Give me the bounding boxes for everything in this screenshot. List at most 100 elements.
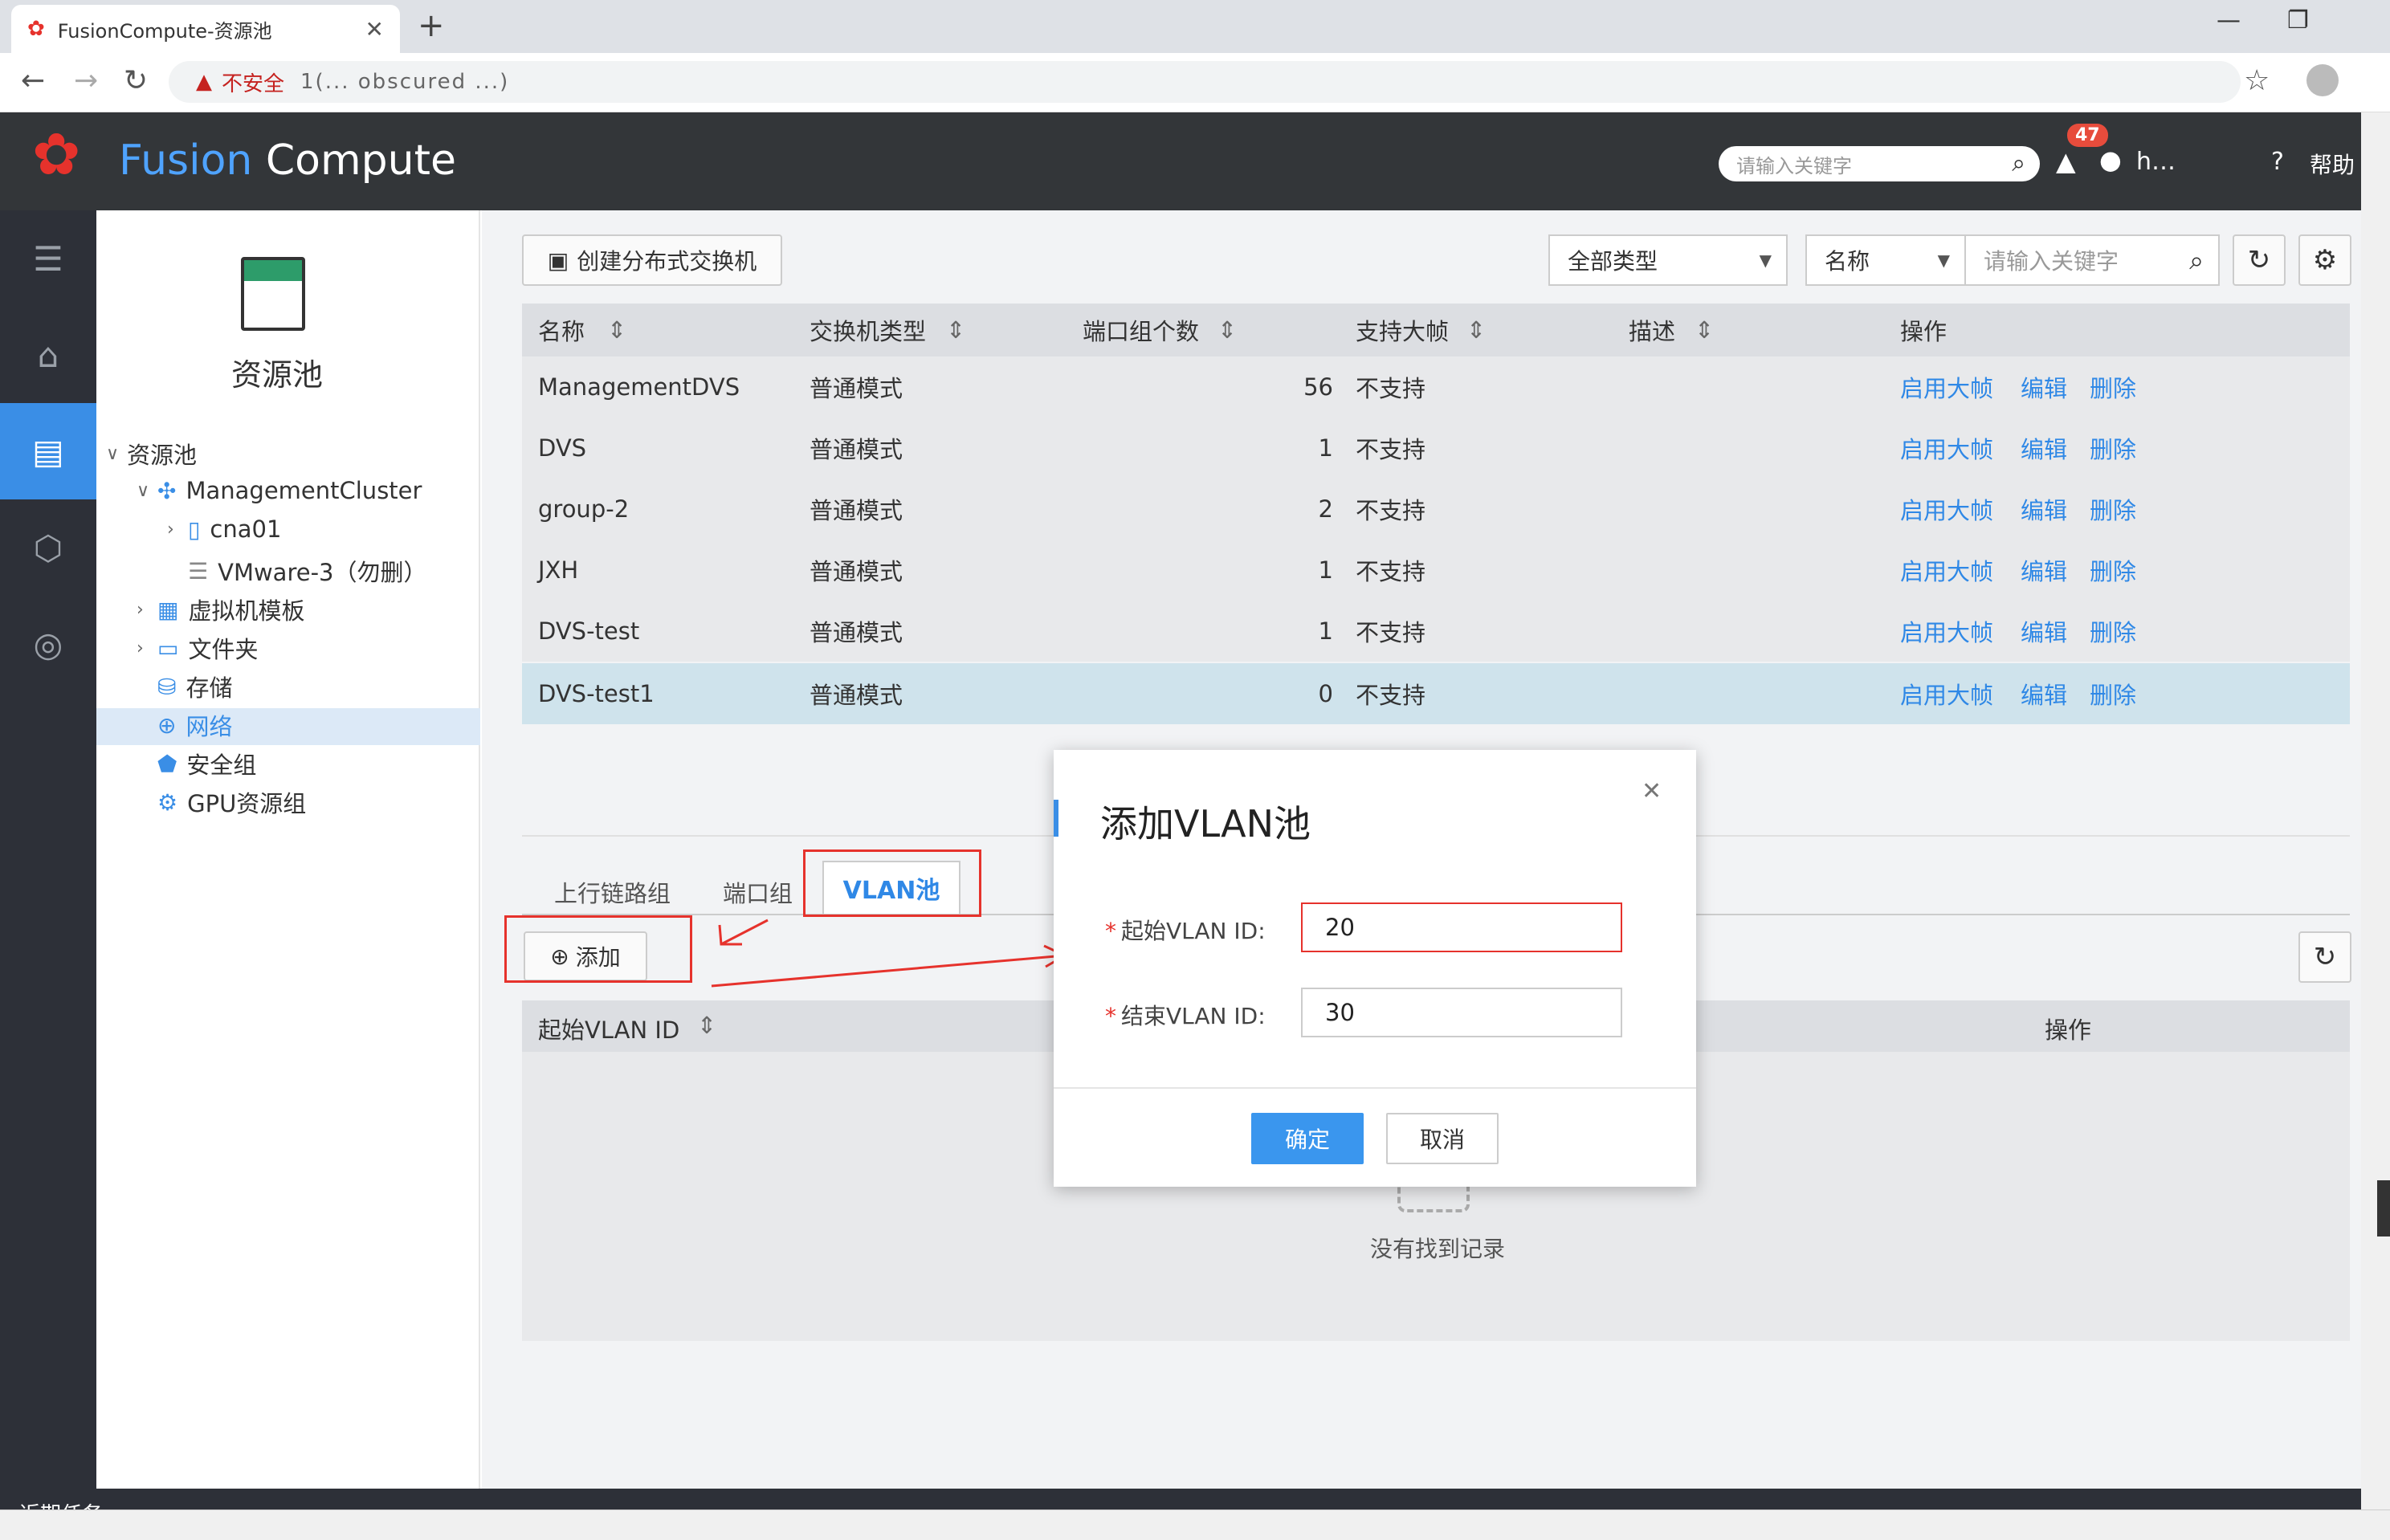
restore-icon[interactable]: ❐ [2287, 6, 2309, 35]
chevron-right-icon[interactable]: › [137, 600, 157, 620]
chevron-right-icon[interactable]: › [167, 519, 188, 540]
resource-pool-icon[interactable]: ▤ [0, 403, 96, 499]
recent-tasks-label[interactable]: 近期任务 [19, 1498, 103, 1509]
menu-list-icon[interactable]: ☰ [0, 210, 96, 307]
monitor-icon[interactable]: ◎ [0, 596, 96, 692]
confirm-button[interactable]: 确定 [1251, 1113, 1364, 1164]
edit-link[interactable]: 编辑 [2021, 677, 2067, 711]
col-ports[interactable]: 端口组个数 [1083, 313, 1199, 347]
table-row[interactable]: DVS-test 普通模式 1 不支持 启用大帧 编辑 删除 [522, 601, 2350, 662]
tree-item-resource-pool[interactable]: ∨ 资源池 [106, 437, 197, 471]
sort-icon[interactable]: ⇕ [697, 1012, 716, 1039]
search-icon[interactable]: ⌕ [2189, 245, 2204, 276]
enable-jumbo-link[interactable]: 启用大帧 [1900, 553, 1993, 587]
annotation-box [504, 915, 692, 983]
tree-label: 网络 [186, 713, 233, 740]
sort-icon[interactable]: ⇕ [1466, 316, 1486, 344]
search-icon[interactable]: ⌕ [2012, 149, 2025, 177]
back-icon[interactable]: ← [21, 64, 45, 97]
edit-link[interactable]: 编辑 [2021, 553, 2067, 587]
cell-jumbo: 不支持 [1356, 619, 1426, 646]
enable-jumbo-link[interactable]: 启用大帧 [1900, 677, 1993, 711]
tree-item-vmware[interactable]: ☰ VMware-3（勿删） [167, 554, 427, 588]
settings-icon[interactable]: ⚙ [2298, 234, 2351, 286]
reload-icon[interactable]: ↻ [124, 64, 148, 97]
new-tab-button[interactable]: + [418, 10, 445, 42]
folder-icon: ▭ [157, 634, 179, 662]
table-row[interactable]: DVS 普通模式 1 不支持 启用大帧 编辑 删除 [522, 418, 2350, 479]
table-row-selected[interactable]: DVS-test1 普通模式 0 不支持 启用大帧 编辑 删除 [522, 663, 2350, 724]
refresh-icon[interactable]: ↻ [2233, 234, 2286, 286]
sort-icon[interactable]: ⇕ [1217, 316, 1237, 344]
url-field[interactable]: ▲ 不安全 1(... obscured ...) [169, 61, 2241, 103]
cell-jumbo: 不支持 [1356, 436, 1426, 463]
enable-jumbo-link[interactable]: 启用大帧 [1900, 370, 1993, 404]
browser-tab[interactable]: ✿ FusionCompute-资源池 ✕ [11, 5, 400, 53]
start-vlan-input[interactable]: 20 [1301, 902, 1622, 952]
type-filter-select[interactable]: 全部类型 ▼ [1548, 234, 1788, 286]
enable-jumbo-link[interactable]: 启用大帧 [1900, 614, 1993, 648]
chevron-right-icon[interactable]: › [137, 638, 157, 658]
enable-jumbo-link[interactable]: 启用大帧 [1900, 431, 1993, 465]
tab-uplink[interactable]: 上行链路组 [554, 875, 671, 909]
close-tab-icon[interactable]: ✕ [365, 16, 384, 43]
table-row[interactable]: JXH 普通模式 1 不支持 启用大帧 编辑 删除 [522, 540, 2350, 601]
table-search-input[interactable]: 请输入关键字 ⌕ [1964, 234, 2220, 286]
cell-jumbo: 不支持 [1356, 375, 1426, 402]
minimize-icon[interactable]: — [2217, 6, 2241, 35]
help-link[interactable]: 帮助 [2310, 148, 2355, 180]
enable-jumbo-link[interactable]: 启用大帧 [1900, 492, 1993, 526]
global-search-input[interactable]: 请输入关键字 ⌕ [1719, 146, 2040, 181]
chevron-down-icon[interactable]: ∨ [137, 481, 157, 501]
vertical-scrollbar[interactable] [2361, 112, 2390, 1509]
field-filter-select[interactable]: 名称 ▼ [1805, 234, 1966, 286]
tree-item-folder[interactable]: › ▭ 文件夹 [137, 631, 258, 665]
tree-item-gpu[interactable]: ⚙ GPU资源组 [137, 785, 306, 819]
horizontal-scrollbar[interactable] [0, 1509, 2390, 1540]
edit-link[interactable]: 编辑 [2021, 614, 2067, 648]
delete-link[interactable]: 删除 [2090, 431, 2136, 465]
chevron-down-icon[interactable]: ∨ [106, 444, 127, 464]
forward-icon[interactable]: → [74, 64, 98, 97]
home-icon[interactable]: ⌂ [0, 307, 96, 403]
sort-icon[interactable]: ⇕ [946, 316, 965, 344]
vm-icon[interactable]: ⬡ [0, 499, 96, 596]
user-icon[interactable]: ● [2099, 145, 2122, 175]
delete-link[interactable]: 删除 [2090, 553, 2136, 587]
delete-link[interactable]: 删除 [2090, 614, 2136, 648]
table-row[interactable]: ManagementDVS 普通模式 56 不支持 启用大帧 编辑 删除 [522, 356, 2350, 418]
edit-link[interactable]: 编辑 [2021, 431, 2067, 465]
cell-type: 普通模式 [810, 558, 903, 585]
col-name[interactable]: 名称 [538, 313, 585, 347]
create-dvs-button[interactable]: ▣ 创建分布式交换机 [522, 234, 782, 286]
tab-portgroup[interactable]: 端口组 [723, 875, 793, 909]
alarm-icon[interactable]: ▲ [2056, 146, 2076, 177]
profile-avatar[interactable] [2306, 64, 2339, 96]
tree-item-host[interactable]: › ▯ cna01 [167, 515, 281, 543]
username[interactable]: h… [2136, 148, 2176, 176]
help-icon[interactable]: ? [2271, 148, 2284, 176]
sort-icon[interactable]: ⇕ [607, 316, 626, 344]
refresh-icon[interactable]: ↻ [2298, 931, 2351, 983]
sort-icon[interactable]: ⇕ [1695, 316, 1714, 344]
tree-item-storage[interactable]: ⛁ 存储 [137, 670, 232, 703]
delete-link[interactable]: 删除 [2090, 677, 2136, 711]
close-icon[interactable]: ✕ [1642, 777, 1662, 805]
tree-item-vm-template[interactable]: › ▦ 虚拟机模板 [137, 593, 304, 626]
delete-link[interactable]: 删除 [2090, 492, 2136, 526]
edit-link[interactable]: 编辑 [2021, 370, 2067, 404]
col-start-vlan[interactable]: 起始VLAN ID [538, 1012, 679, 1045]
cancel-button[interactable]: 取消 [1386, 1113, 1499, 1164]
tree-item-security-group[interactable]: ⬟ 安全组 [137, 747, 256, 780]
col-type[interactable]: 交换机类型 [810, 313, 926, 347]
col-jumbo[interactable]: 支持大帧 [1356, 313, 1449, 347]
tree-item-network[interactable]: ⊕ 网络 [137, 708, 232, 742]
delete-link[interactable]: 删除 [2090, 370, 2136, 404]
col-desc[interactable]: 描述 [1629, 313, 1675, 347]
tree-item-cluster[interactable]: ∨ ✣ ManagementCluster [137, 477, 422, 504]
bookmark-star-icon[interactable]: ☆ [2244, 64, 2270, 97]
table-row[interactable]: group-2 普通模式 2 不支持 启用大帧 编辑 删除 [522, 479, 2350, 540]
scroll-thumb[interactable] [2377, 1180, 2390, 1236]
edit-link[interactable]: 编辑 [2021, 492, 2067, 526]
end-vlan-input[interactable]: 30 [1301, 988, 1622, 1037]
